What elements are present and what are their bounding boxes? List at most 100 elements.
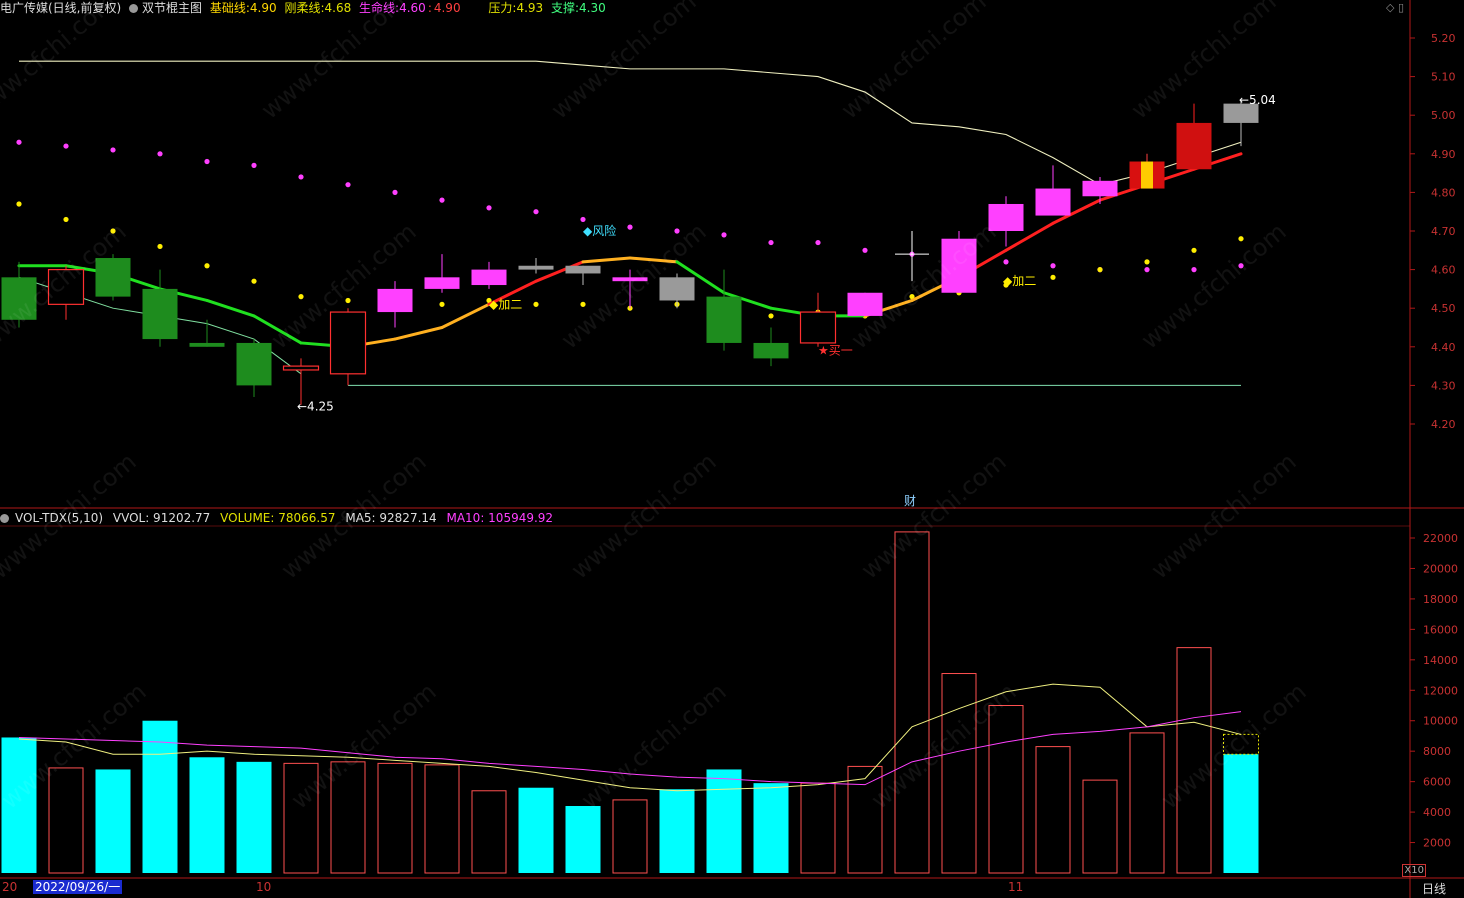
yellow-dot bbox=[63, 216, 69, 223]
price-tick-label: 4.90 bbox=[1431, 148, 1456, 161]
yellow-dot bbox=[1191, 247, 1197, 253]
magenta-dot bbox=[392, 189, 398, 195]
candle-body bbox=[189, 342, 225, 347]
volume-bar bbox=[377, 762, 413, 874]
candles bbox=[1, 99, 1259, 405]
volume-bar bbox=[471, 790, 507, 874]
candle-body bbox=[659, 277, 695, 301]
magenta-dot bbox=[721, 232, 727, 238]
yellow-dot bbox=[1097, 267, 1103, 273]
volume-bar bbox=[612, 799, 648, 874]
yellow-dot bbox=[251, 278, 257, 284]
support-value: 4.30 bbox=[579, 1, 606, 15]
volume-tick-label: 12000 bbox=[1423, 684, 1458, 697]
volume-value: VOLUME: 78066.57 bbox=[220, 511, 336, 525]
life-label: 生命线: bbox=[359, 1, 400, 15]
volume-bar bbox=[1223, 754, 1259, 873]
candle-body bbox=[799, 311, 837, 344]
magenta-dot bbox=[533, 209, 539, 215]
price-tick-label: 4.70 bbox=[1431, 225, 1456, 238]
base-label: 基础线: bbox=[209, 1, 250, 15]
magenta-dot bbox=[157, 151, 163, 157]
indicator-name[interactable]: 双节棍主图 bbox=[142, 1, 202, 15]
volume-bar bbox=[1082, 779, 1118, 874]
candle-body bbox=[1176, 122, 1212, 170]
watermark: www.cfchi.com bbox=[256, 0, 412, 125]
gang-label: 刚柔线: bbox=[284, 1, 325, 15]
volume-tick-label: 18000 bbox=[1423, 593, 1458, 606]
yellow-dot bbox=[533, 301, 539, 307]
indicator-toggle-icon[interactable] bbox=[129, 4, 139, 13]
candle-body bbox=[282, 365, 320, 371]
window-icons[interactable]: ◇ ▯ bbox=[1386, 1, 1404, 14]
volume-bar bbox=[48, 767, 84, 874]
price-tick-label: 4.30 bbox=[1431, 379, 1456, 392]
watermark: www.cfchi.com bbox=[566, 447, 722, 584]
volume-bar bbox=[706, 769, 742, 873]
magenta-dot bbox=[1050, 263, 1056, 269]
candle-body-highlight bbox=[1141, 161, 1153, 189]
volume-toggle-icon[interactable] bbox=[0, 514, 9, 523]
magenta-dot bbox=[16, 139, 22, 145]
base-line-segment bbox=[393, 326, 444, 341]
volume-tick-label: 4000 bbox=[1423, 806, 1451, 819]
magenta-dot bbox=[768, 239, 774, 246]
volume-bar bbox=[894, 531, 930, 874]
axis-label-11: 11 bbox=[1008, 880, 1024, 894]
price-tick-label: 5.20 bbox=[1431, 32, 1456, 45]
panel-icon: ▯ bbox=[1397, 1, 1404, 14]
volume-bar bbox=[236, 761, 272, 873]
magenta-dot bbox=[110, 147, 116, 153]
diamond-icon: ◇ bbox=[1385, 1, 1395, 14]
date-cursor-label: 2022/09/26/一 bbox=[33, 880, 123, 894]
magenta-dot bbox=[1191, 267, 1197, 273]
resist-value: 4.93 bbox=[516, 1, 544, 15]
yellow-dot bbox=[1144, 259, 1150, 265]
yellow-dot bbox=[1238, 236, 1244, 242]
magenta-dot bbox=[1144, 267, 1150, 273]
volume-tick-label: 16000 bbox=[1423, 623, 1458, 636]
period-selector[interactable]: 日线 bbox=[1422, 880, 1446, 897]
candle-body bbox=[753, 342, 789, 359]
x10-badge[interactable]: X10 bbox=[1402, 864, 1426, 877]
volume-bar bbox=[1035, 746, 1071, 874]
price-tick-label: 4.50 bbox=[1431, 302, 1456, 315]
candle-body bbox=[1035, 188, 1071, 216]
volume-bar bbox=[518, 787, 554, 873]
volume-bar bbox=[142, 720, 178, 873]
watermark: www.cfchi.com bbox=[1136, 217, 1292, 354]
yellow-dot bbox=[298, 294, 304, 300]
gang-value: 4.68 bbox=[324, 1, 352, 15]
price-axis: 4.20 4.30 4.40 4.50 4.60 4.70 4.80 4.90 5.00 5.10… bbox=[1410, 32, 1456, 431]
volume-tick-label: 2000 bbox=[1423, 837, 1451, 850]
vol-name[interactable]: VOL-TDX(5,10) bbox=[15, 511, 103, 525]
vvol-value: VVOL: 91202.77 bbox=[112, 511, 211, 525]
candle-body bbox=[329, 311, 367, 375]
watermark: www.cfchi.com bbox=[846, 217, 1002, 354]
price-tick-label: 5.10 bbox=[1431, 71, 1456, 84]
resist-label: 压力: bbox=[488, 1, 517, 15]
volume-bar bbox=[565, 806, 601, 873]
annotations: ←4.25←5.04◆风险◆加二◆加二★买一财www.cfchi.com www.… bbox=[0, 0, 1312, 815]
indicator-lines bbox=[17, 60, 1243, 386]
add-signal-label-2: ◆加二 bbox=[1003, 274, 1036, 288]
magenta-dot bbox=[815, 239, 821, 246]
watermark: www.cfchi.com bbox=[836, 0, 992, 125]
candle-body bbox=[236, 342, 272, 386]
yellow-dot bbox=[768, 313, 774, 319]
magenta-dot bbox=[486, 205, 492, 211]
magenta-dot bbox=[345, 182, 351, 188]
volume-tick-label: 14000 bbox=[1423, 654, 1458, 667]
stock-name[interactable]: 电广传媒(日线,前复权) bbox=[0, 1, 121, 15]
price-tick-label: 4.20 bbox=[1431, 418, 1456, 431]
volume-bar bbox=[941, 673, 977, 874]
candle-body bbox=[1082, 180, 1118, 197]
price-tick-label: 5.00 bbox=[1431, 109, 1456, 122]
price-tick-label: 4.80 bbox=[1431, 186, 1456, 199]
yellow-dot bbox=[439, 301, 445, 307]
base-line-segment bbox=[440, 302, 491, 329]
life-value: 4.60 bbox=[399, 1, 426, 15]
base-value: 4.90 bbox=[249, 1, 277, 15]
price-tick-label: 4.60 bbox=[1431, 264, 1456, 277]
magenta-dot bbox=[439, 197, 445, 203]
